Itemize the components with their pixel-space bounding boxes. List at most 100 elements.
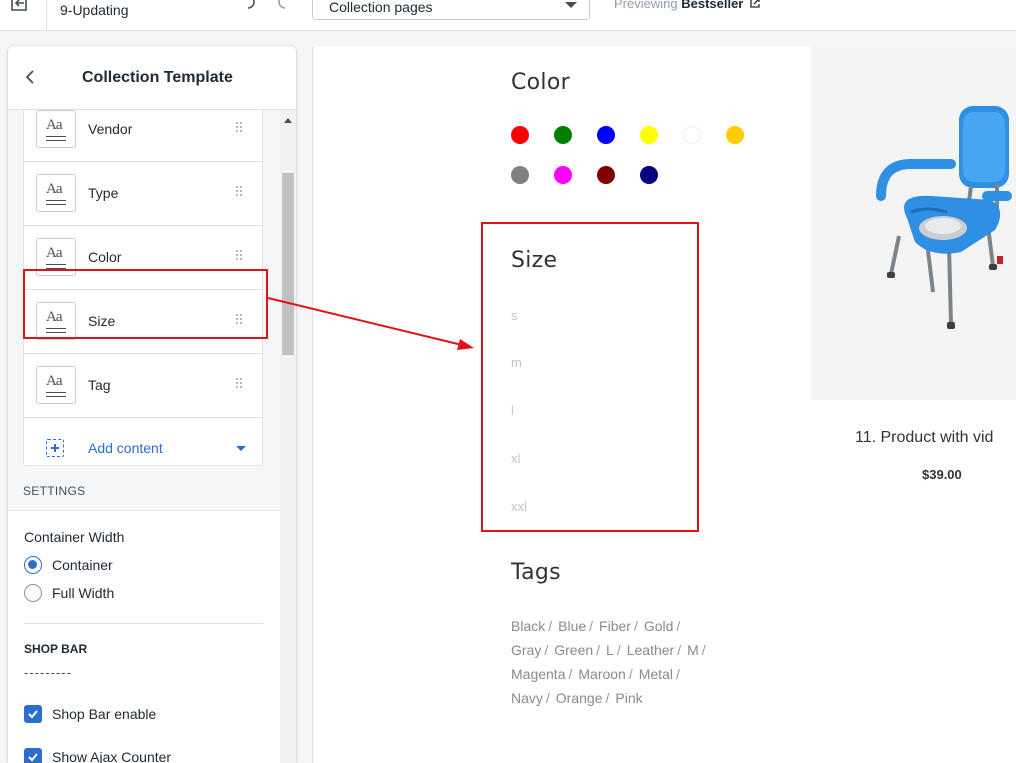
settings-panel: Container Width Container Full Width SHO… (8, 510, 280, 763)
top-bar: 9-Updating Collection pages Previewing B… (0, 0, 1016, 31)
exit-icon[interactable] (8, 0, 30, 14)
product-image[interactable] (811, 46, 1016, 400)
tag-link[interactable]: L (606, 642, 614, 658)
chevron-down-icon (236, 446, 246, 451)
tag-link[interactable]: Pink (615, 690, 642, 706)
text-block-icon: Aa (36, 110, 76, 148)
tag-link[interactable]: Fiber (599, 618, 631, 634)
drag-handle-icon[interactable] (236, 378, 244, 390)
sidebar-scroll-area[interactable]: Aa Vendor Aa Type Aa Color Aa Size Aa Ta… (8, 110, 280, 763)
tag-separator: / (548, 618, 553, 634)
product-price: $39.00 (922, 467, 962, 482)
previewing-info[interactable]: Previewing Bestseller (614, 0, 760, 11)
tag-link[interactable]: Orange (556, 690, 603, 706)
page-type-value: Collection pages (329, 0, 433, 15)
tag-separator: / (616, 642, 621, 658)
divider (24, 623, 263, 624)
tags-filter-heading: Tags (511, 560, 561, 585)
block-item-type[interactable]: Aa Type (24, 162, 262, 226)
shop-bar-enable-label[interactable]: Shop Bar enable (52, 706, 156, 722)
back-arrow-icon[interactable] (22, 68, 38, 86)
tag-link[interactable]: Leather (627, 642, 674, 658)
sidebar-scrollbar[interactable] (280, 110, 296, 763)
block-item-tag[interactable]: Aa Tag (24, 354, 262, 418)
settings-heading: SETTINGS (23, 484, 86, 498)
color-swatch[interactable] (554, 126, 572, 144)
tag-link[interactable]: Black (511, 618, 545, 634)
tag-link[interactable]: Green (554, 642, 593, 658)
tag-separator: / (596, 642, 601, 658)
container-radio-label[interactable]: Container (52, 557, 113, 573)
color-swatch[interactable] (511, 166, 529, 184)
tag-link[interactable]: Magenta (511, 666, 565, 682)
sidebar: Collection Template Aa Vendor Aa Type Aa… (8, 46, 296, 763)
tag-link[interactable]: Metal (639, 666, 673, 682)
shower-chair-image (876, 106, 1012, 329)
tag-row: Navy / Orange / Pink (511, 690, 643, 706)
tag-separator: / (568, 666, 573, 682)
color-swatch[interactable] (554, 166, 572, 184)
shop-bar-heading: SHOP BAR (24, 642, 88, 656)
color-swatch[interactable] (683, 126, 701, 144)
tag-separator: / (677, 642, 682, 658)
topbar-divider (46, 0, 47, 31)
container-radio[interactable] (24, 556, 42, 574)
theme-preview: Color Size s m l xl xxl Tags Black / Blue /… (312, 46, 1016, 763)
tag-row: Gray / Green / L / Leather / M / (511, 642, 712, 658)
tag-link[interactable]: Gray (511, 642, 541, 658)
undo-icon[interactable] (245, 0, 259, 10)
tag-link[interactable]: Maroon (578, 666, 625, 682)
block-item-vendor[interactable]: Aa Vendor (24, 110, 262, 162)
tag-link[interactable]: Navy (511, 690, 543, 706)
highlight-box-size-block (23, 269, 268, 339)
color-swatch[interactable] (640, 166, 658, 184)
color-swatch[interactable] (597, 166, 615, 184)
add-content-button[interactable]: Add content (24, 418, 262, 480)
container-width-label: Container Width (24, 529, 125, 545)
add-content-label: Add content (88, 440, 163, 456)
tag-link[interactable]: Blue (558, 618, 586, 634)
sidebar-header: Collection Template (8, 46, 296, 110)
drag-handle-icon[interactable] (236, 122, 244, 134)
separator-dashes: --------- (24, 665, 72, 680)
checkmark-icon (28, 710, 38, 719)
theme-name: 9-Updating (60, 2, 129, 18)
tag-separator: / (545, 690, 550, 706)
tag-separator: / (633, 618, 638, 634)
previewing-value: Bestseller (681, 0, 744, 11)
color-swatch[interactable] (597, 126, 615, 144)
shop-bar-enable-checkbox[interactable] (24, 705, 42, 723)
block-label: Type (88, 185, 119, 201)
scrollbar-thumb[interactable] (282, 173, 294, 355)
block-label: Color (88, 249, 122, 265)
tag-separator: / (675, 666, 680, 682)
drag-handle-icon[interactable] (236, 186, 244, 198)
block-label: Tag (88, 377, 111, 393)
show-ajax-counter-label[interactable]: Show Ajax Counter (52, 749, 171, 763)
chevron-down-icon (565, 2, 577, 8)
block-label: Vendor (88, 121, 133, 137)
color-swatch[interactable] (511, 126, 529, 144)
tag-separator: / (544, 642, 549, 658)
redo-icon[interactable] (274, 0, 288, 10)
show-ajax-counter-checkbox[interactable] (24, 748, 42, 763)
tag-link[interactable]: M (687, 642, 699, 658)
scroll-up-arrow-icon[interactable] (284, 118, 292, 123)
tag-separator: / (701, 642, 706, 658)
tag-row: Magenta / Maroon / Metal / (511, 666, 686, 682)
tag-link[interactable]: Gold (644, 618, 674, 634)
full-width-radio[interactable] (24, 584, 42, 602)
tag-separator: / (676, 618, 681, 634)
color-swatch[interactable] (640, 126, 658, 144)
page-type-select[interactable]: Collection pages (312, 0, 590, 20)
full-width-radio-label[interactable]: Full Width (52, 585, 114, 601)
checkmark-icon (28, 753, 38, 762)
tag-row: Black / Blue / Fiber / Gold / (511, 618, 686, 634)
add-block-icon (46, 439, 64, 457)
previewing-label: Previewing (614, 0, 678, 11)
sidebar-title: Collection Template (82, 69, 233, 86)
product-title[interactable]: 11. Product with vid (855, 429, 993, 447)
color-swatch[interactable] (726, 126, 744, 144)
drag-handle-icon[interactable] (236, 250, 244, 262)
tag-separator: / (628, 666, 633, 682)
